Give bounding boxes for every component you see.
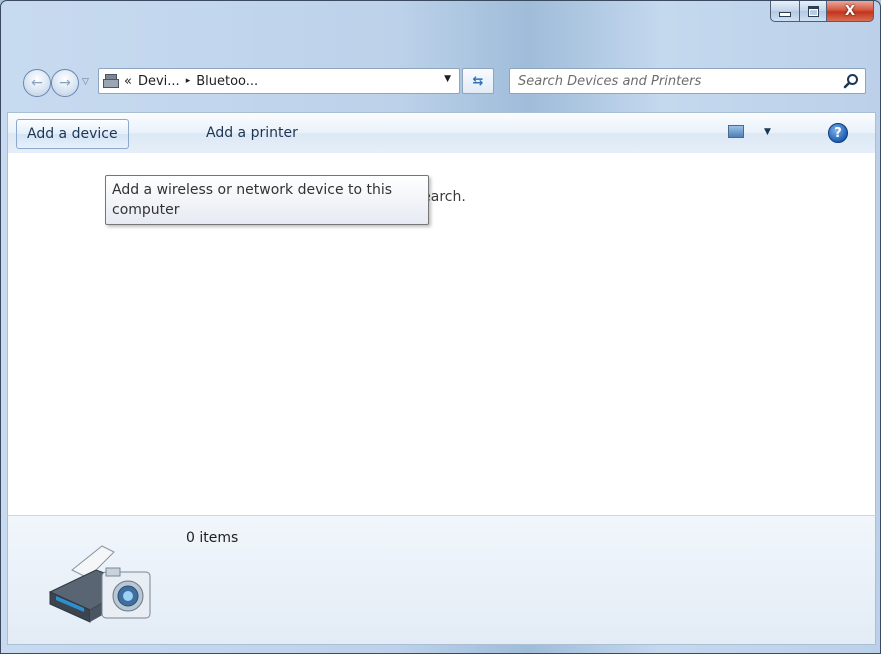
view-icon <box>728 125 744 138</box>
device-printer-camera-icon <box>48 545 151 623</box>
search-box[interactable] <box>509 68 866 94</box>
minimize-button[interactable] <box>770 1 800 22</box>
search-input[interactable] <box>516 71 830 91</box>
maximize-icon <box>807 5 819 17</box>
forward-arrow-icon: → <box>59 75 71 91</box>
add-printer-button[interactable]: Add a printer <box>196 119 308 147</box>
tooltip: Add a wireless or network device to this… <box>105 175 429 225</box>
help-button[interactable]: ? <box>828 123 848 143</box>
command-bar: Add a device Add a printer ▼ ? <box>7 112 876 154</box>
refresh-icon: ⇆ <box>472 73 484 89</box>
address-dropdown-icon[interactable]: ▼ <box>444 74 451 84</box>
recent-pages-dropdown[interactable]: ▽ <box>82 77 89 87</box>
help-icon: ? <box>834 125 842 141</box>
address-overflow[interactable]: « <box>124 74 132 89</box>
breadcrumb-devices[interactable]: Devi... <box>138 74 180 89</box>
add-device-button[interactable]: Add a device <box>16 119 129 149</box>
chevron-down-icon: ▼ <box>764 126 771 137</box>
maximize-button[interactable] <box>800 1 827 22</box>
close-icon: X <box>844 3 856 19</box>
forward-button[interactable]: → <box>51 69 79 97</box>
back-button[interactable]: ← <box>23 69 51 97</box>
devices-printers-icon <box>103 74 119 88</box>
items-view[interactable]: Add a wireless or network devichatch you… <box>7 153 876 515</box>
caption-buttons: X <box>770 1 874 23</box>
details-pane: 0 items <box>7 515 876 645</box>
breadcrumb-separator[interactable]: ▸ <box>186 76 191 86</box>
minimize-icon <box>779 12 791 17</box>
close-button[interactable]: X <box>827 1 874 22</box>
change-view-button[interactable]: ▼ <box>728 125 771 138</box>
window: X ← → ▽ « Devi... ▸ Bluetoo... ▼ ⇆ Add a… <box>0 0 881 654</box>
address-bar[interactable]: « Devi... ▸ Bluetoo... ▼ <box>98 68 460 94</box>
back-arrow-icon: ← <box>31 75 43 91</box>
refresh-button[interactable]: ⇆ <box>462 68 494 94</box>
item-count: 0 items <box>186 530 239 546</box>
search-icon[interactable] <box>843 73 859 89</box>
breadcrumb-bluetooth[interactable]: Bluetoo... <box>196 74 258 89</box>
